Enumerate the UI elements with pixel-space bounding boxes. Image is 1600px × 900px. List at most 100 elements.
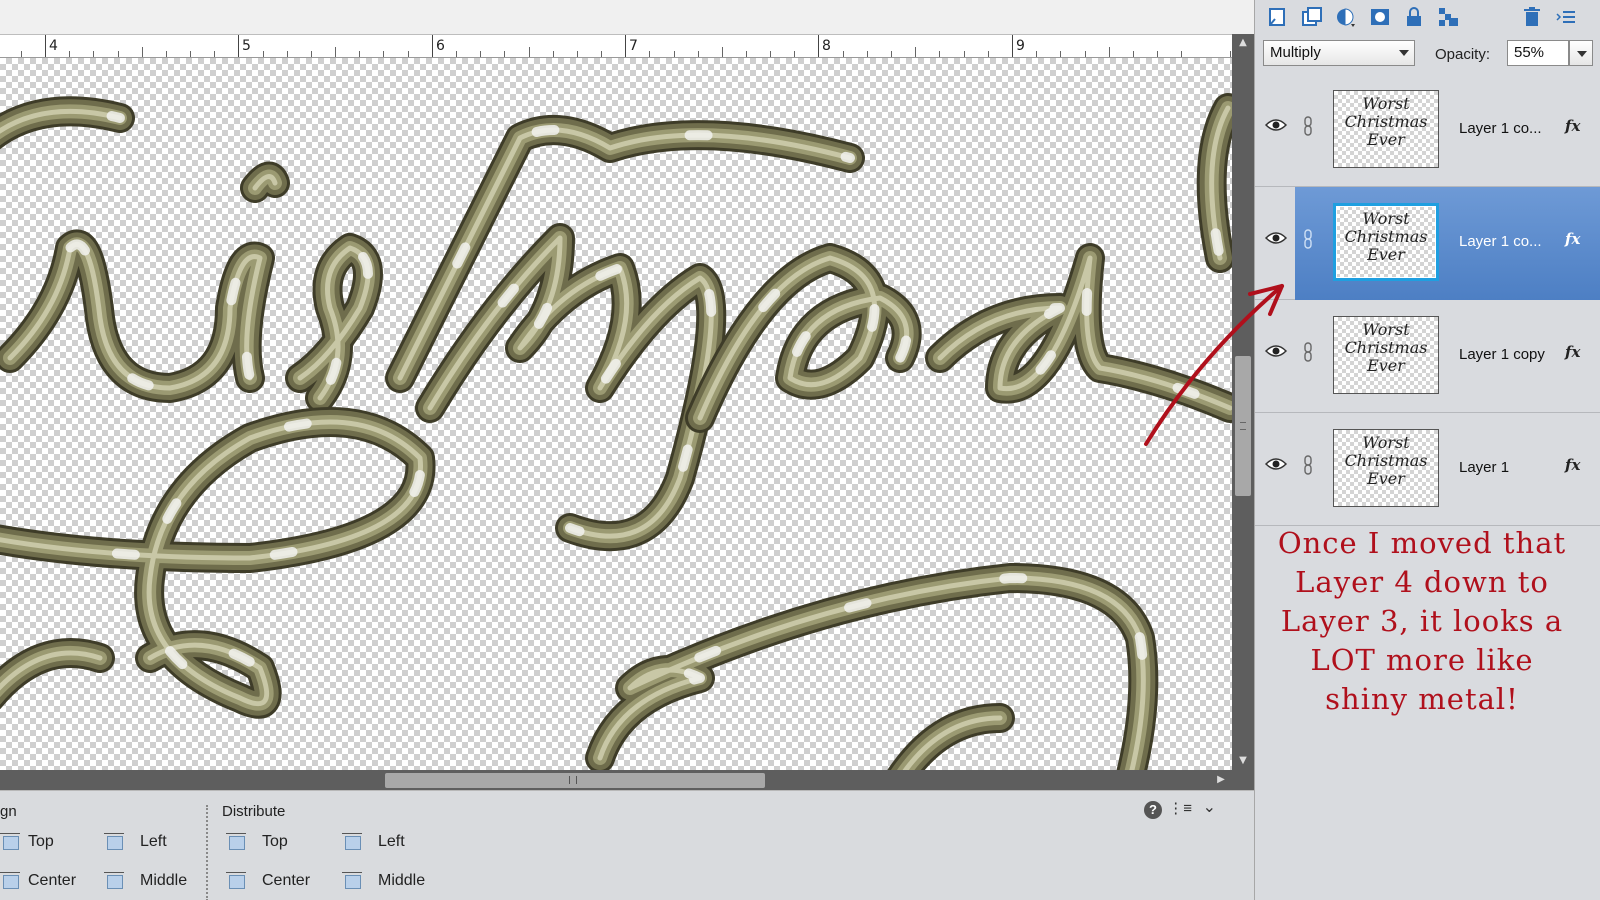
distribute-middle-icon: [342, 872, 364, 890]
blend-row: Multiply Opacity: 55%: [1255, 38, 1600, 70]
scroll-right-arrow-icon[interactable]: ▶: [1212, 770, 1230, 790]
adjustment-layer-icon[interactable]: [1335, 6, 1357, 28]
layer-name: Layer 1 copy: [1459, 346, 1545, 363]
link-chain-icon[interactable]: [1303, 455, 1313, 475]
annotation-line: Layer 3, it looks a: [1280, 604, 1564, 638]
align-center-icon: [0, 872, 20, 890]
align-center-button[interactable]: Center: [0, 872, 76, 890]
layer-name: Layer 1: [1459, 459, 1510, 476]
document-workspace: 4 5 6 7 8 9 ▲ ▼ ▶: [0, 0, 1254, 790]
distribute-top-label: Top: [262, 833, 288, 850]
horizontal-scrollbar[interactable]: ▶: [0, 770, 1254, 790]
align-section-title: gn: [0, 803, 17, 820]
opacity-dropdown-button[interactable]: [1569, 40, 1593, 66]
distribute-top-button[interactable]: Top: [226, 833, 288, 851]
layer-effects-fx-icon[interactable]: fx: [1565, 343, 1580, 361]
ruler-label: 8: [822, 38, 831, 54]
distribute-middle-label: Middle: [378, 872, 426, 889]
distribute-center-button[interactable]: Center: [226, 872, 310, 890]
ruler-label: 6: [436, 38, 445, 54]
trash-icon[interactable]: [1521, 6, 1543, 28]
layer-effects-fx-icon[interactable]: fx: [1565, 117, 1580, 135]
layer-thumbnail: Worst Christmas Ever: [1333, 203, 1439, 281]
lock-transparency-icon[interactable]: [1437, 6, 1459, 28]
layer-thumbnail: Worst Christmas Ever: [1333, 90, 1439, 168]
thumb-word: Worst: [1362, 209, 1410, 228]
scroll-up-arrow-icon[interactable]: ▲: [1232, 34, 1254, 52]
distribute-section-title: Distribute: [222, 803, 286, 820]
align-top-button[interactable]: Top: [0, 833, 54, 851]
align-middle-button[interactable]: Middle: [104, 872, 187, 890]
layers-toolbar: [1255, 0, 1600, 34]
annotation-line: LOT more like: [1310, 643, 1534, 677]
opacity-input[interactable]: 55%: [1507, 40, 1569, 66]
distribute-left-label: Left: [378, 833, 405, 850]
tool-options-bar: gn Top Left Center Middle Distribute Top…: [0, 790, 1254, 900]
metal-stroke: [593, 571, 1151, 770]
panel-menu-icon[interactable]: [1555, 6, 1577, 28]
blend-mode-select[interactable]: Multiply: [1263, 40, 1415, 66]
distribute-middle-button[interactable]: Middle: [342, 872, 425, 890]
distribute-center-label: Center: [262, 872, 311, 889]
link-chain-icon[interactable]: [1303, 116, 1313, 136]
chevron-down-icon[interactable]: ⌄: [1203, 797, 1216, 817]
thumb-word: Christmas: [1344, 112, 1428, 131]
ruler-label: 9: [1016, 38, 1025, 54]
thumb-word: Christmas: [1344, 338, 1428, 357]
layer-effects-fx-icon[interactable]: fx: [1565, 456, 1580, 474]
visibility-eye-icon[interactable]: [1265, 231, 1287, 245]
visibility-eye-icon[interactable]: [1265, 457, 1287, 471]
thumb-word: Christmas: [1344, 451, 1428, 470]
layer-row[interactable]: Worst Christmas Ever Layer 1 co... fx: [1255, 74, 1600, 187]
align-left-button[interactable]: Left: [104, 833, 167, 851]
ruler-label: 7: [629, 38, 638, 54]
thumb-word: Worst: [1362, 320, 1410, 339]
new-layer-icon[interactable]: [1267, 6, 1289, 28]
distribute-left-icon: [342, 833, 364, 851]
options-menu-icon[interactable]: ⋮≡: [1168, 799, 1192, 817]
thumb-word: Ever: [1367, 469, 1405, 488]
annotation-line: shiny metal!: [1325, 682, 1519, 716]
distribute-center-icon: [226, 872, 248, 890]
thumb-word: Ever: [1367, 356, 1405, 375]
visibility-eye-icon[interactable]: [1265, 118, 1287, 132]
horizontal-scroll-thumb[interactable]: [385, 773, 765, 788]
link-chain-icon[interactable]: [1303, 229, 1313, 249]
align-top-icon: [0, 833, 20, 851]
lock-icon[interactable]: [1403, 6, 1425, 28]
opacity-label: Opacity:: [1435, 46, 1491, 63]
annotation-line: Once I moved that: [1277, 526, 1567, 560]
metallic-script-artwork: [0, 93, 1232, 770]
help-icon[interactable]: ?: [1144, 801, 1162, 819]
distribute-top-icon: [226, 833, 248, 851]
new-group-icon[interactable]: [1301, 6, 1323, 28]
ruler-label: 5: [242, 38, 251, 54]
thumb-word: Ever: [1367, 130, 1405, 149]
annotation-text: Once I moved that Layer 4 down to Layer …: [1262, 524, 1582, 719]
align-middle-icon: [104, 872, 126, 890]
layer-effects-fx-icon[interactable]: fx: [1565, 230, 1580, 248]
align-top-label: Top: [28, 833, 54, 850]
layer-name: Layer 1 co...: [1459, 120, 1542, 137]
layer-thumbnail: Worst Christmas Ever: [1333, 316, 1439, 394]
align-middle-label: Middle: [140, 872, 188, 889]
thumb-word: Christmas: [1344, 227, 1428, 246]
image-canvas[interactable]: [0, 58, 1232, 770]
thumb-word: Worst: [1362, 433, 1410, 452]
annotation-line: Layer 4 down to: [1295, 565, 1549, 599]
layer-mask-icon[interactable]: [1369, 6, 1391, 28]
align-center-label: Center: [28, 872, 77, 889]
blend-caret-icon: [1399, 50, 1409, 56]
scroll-down-arrow-icon[interactable]: ▼: [1232, 752, 1254, 770]
align-left-label: Left: [140, 833, 167, 850]
layer-name: Layer 1 co...: [1459, 233, 1542, 250]
distribute-left-button[interactable]: Left: [342, 833, 405, 851]
section-divider: [206, 805, 208, 900]
annotation-arrow-icon: [1144, 284, 1284, 446]
document-tab-strip: [0, 0, 1254, 34]
ruler-label: 4: [49, 38, 58, 54]
thumb-word: Ever: [1367, 245, 1405, 264]
thumb-word: Worst: [1362, 94, 1410, 113]
layer-thumbnail: Worst Christmas Ever: [1333, 429, 1439, 507]
align-left-icon: [104, 833, 126, 851]
